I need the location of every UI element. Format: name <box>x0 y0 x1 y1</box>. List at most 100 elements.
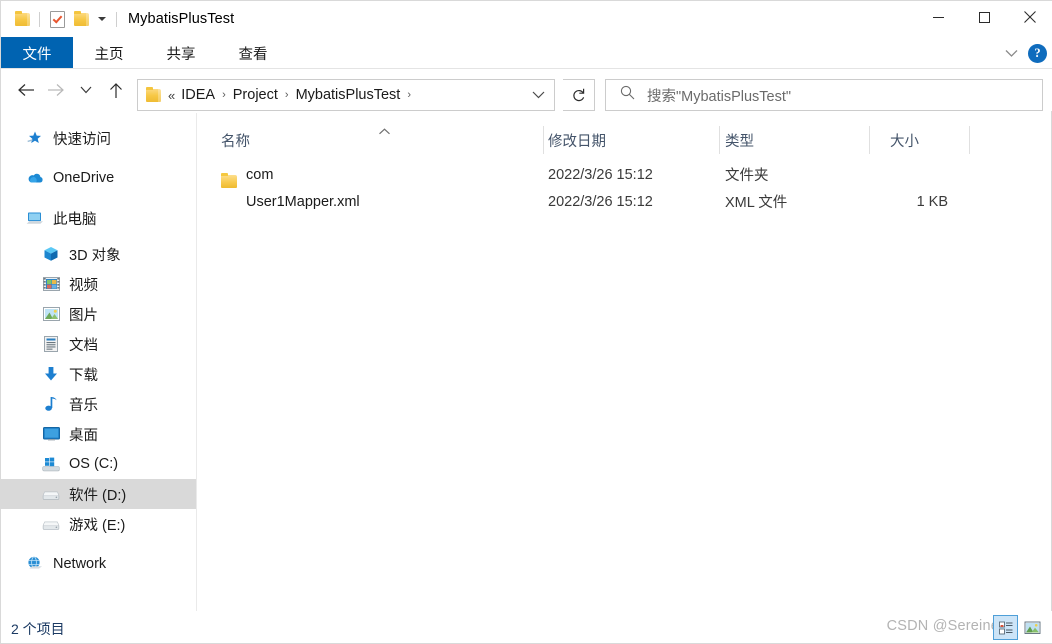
sidebar-item-drive-e[interactable]: 游戏 (E:) <box>1 509 196 539</box>
column-header-name[interactable]: 名称 <box>221 127 546 153</box>
up-button[interactable] <box>101 74 131 106</box>
file-size: 1 KB <box>916 193 948 210</box>
sidebar-item-desktop[interactable]: 桌面 <box>1 419 196 449</box>
new-folder-icon[interactable] <box>69 7 93 31</box>
sidebar-item-this-pc[interactable]: 此电脑 <box>1 203 196 233</box>
maximize-button[interactable] <box>961 1 1007 33</box>
tab-share[interactable]: 共享 <box>145 37 217 69</box>
address-bar[interactable]: « IDEA › Project › MybatisPlusTest › <box>137 79 555 111</box>
folder-icon[interactable] <box>10 7 34 31</box>
videos-icon <box>41 277 61 291</box>
file-name: User1Mapper.xml <box>246 193 360 210</box>
this-pc-icon <box>25 211 45 226</box>
sidebar-item-label: 视频 <box>69 277 98 294</box>
music-icon <box>41 396 61 412</box>
sidebar-item-documents[interactable]: 文档 <box>1 329 196 359</box>
sidebar-item-label: 此电脑 <box>53 211 97 228</box>
sidebar-item-label: 图片 <box>69 307 98 324</box>
sidebar-item-label: Network <box>53 556 107 572</box>
address-dropdown-icon[interactable] <box>532 86 545 104</box>
file-name: com <box>246 166 274 183</box>
back-button[interactable] <box>11 74 41 106</box>
file-type: XML 文件 <box>725 195 788 211</box>
forward-button[interactable] <box>41 74 71 106</box>
search-input[interactable]: 搜索"MybatisPlusTest" <box>647 85 791 106</box>
column-divider-4[interactable] <box>969 126 970 154</box>
windows-drive-icon <box>41 457 61 472</box>
sidebar-item-pictures[interactable]: 图片 <box>1 299 196 329</box>
breadcrumb-item-project[interactable]: Project <box>233 87 278 103</box>
sidebar-item-os-c[interactable]: OS (C:) <box>1 449 196 479</box>
documents-icon <box>41 336 61 352</box>
search-icon <box>620 85 635 105</box>
status-bar: 2 个项目 CSDN @Sereine <box>1 611 1052 643</box>
sidebar-item-label: 文档 <box>69 337 98 354</box>
title-bar: MybatisPlusTest <box>1 1 1052 37</box>
sidebar-item-network[interactable]: Network <box>1 549 196 579</box>
downloads-icon <box>41 366 61 382</box>
star-pin-icon <box>25 130 45 146</box>
3d-objects-icon <box>41 246 61 262</box>
breadcrumb-separator-1[interactable]: › <box>222 89 226 101</box>
cloud-icon <box>25 172 45 184</box>
file-list: com 2022/3/26 15:12 文件夹 User1Mapper.xml … <box>198 161 1052 216</box>
sidebar-item-label: 3D 对象 <box>69 247 121 264</box>
column-divider-1[interactable] <box>543 126 544 154</box>
folder-icon <box>221 173 237 188</box>
column-header-type[interactable]: 类型 <box>725 127 885 153</box>
sidebar-item-onedrive[interactable]: OneDrive <box>1 163 196 193</box>
tab-file[interactable]: 文件 <box>1 37 73 69</box>
properties-icon[interactable] <box>45 7 69 31</box>
sidebar-item-label: 快速访问 <box>53 131 111 148</box>
quick-access-toolbar: MybatisPlusTest <box>1 1 234 37</box>
view-mode-buttons <box>993 615 1045 640</box>
navigation-pane: 快速访问 OneDrive 此电脑 3D 对象 视频 图片 文档 下载 音乐 桌… <box>1 113 197 613</box>
sidebar-item-downloads[interactable]: 下载 <box>1 359 196 389</box>
column-divider-3[interactable] <box>869 126 870 154</box>
network-icon <box>25 556 45 572</box>
help-button[interactable]: ? <box>1028 43 1047 63</box>
sidebar-item-label: OneDrive <box>53 170 115 186</box>
breadcrumb-separator-2[interactable]: › <box>285 89 289 101</box>
refresh-button[interactable] <box>563 79 595 111</box>
column-header-size[interactable]: 大小 <box>890 127 970 153</box>
sidebar-item-label: OS (C:) <box>69 456 119 472</box>
ribbon-tab-bar: 文件 主页 共享 查看 ? <box>1 37 1052 69</box>
table-row[interactable]: com 2022/3/26 15:12 文件夹 <box>198 161 1052 188</box>
window-controls <box>915 1 1052 33</box>
recent-locations-icon[interactable] <box>71 74 101 106</box>
column-header-date[interactable]: 修改日期 <box>548 127 720 153</box>
sidebar-item-label: 下载 <box>69 367 98 384</box>
column-divider-2[interactable] <box>719 126 720 154</box>
sidebar-item-drive-d[interactable]: 软件 (D:) <box>1 479 196 509</box>
desktop-icon <box>41 427 61 441</box>
sidebar-item-label: 软件 (D:) <box>69 487 127 504</box>
file-type: 文件夹 <box>725 168 769 184</box>
sidebar-item-3d-objects[interactable]: 3D 对象 <box>1 239 196 269</box>
chevron-down-icon[interactable] <box>1000 42 1022 64</box>
ribbon-tabs: 文件 主页 共享 查看 <box>1 37 1052 69</box>
details-view-button[interactable] <box>993 615 1018 640</box>
minimize-button[interactable] <box>915 1 961 33</box>
sidebar-item-videos[interactable]: 视频 <box>1 269 196 299</box>
sidebar-item-quick-access[interactable]: 快速访问 <box>1 123 196 153</box>
table-row[interactable]: User1Mapper.xml 2022/3/26 15:12 XML 文件 1… <box>198 188 1052 216</box>
search-box[interactable]: 搜索"MybatisPlusTest" <box>605 79 1043 111</box>
breadcrumb-separator-3[interactable]: › <box>407 89 411 101</box>
tab-view[interactable]: 查看 <box>217 37 289 69</box>
sidebar-item-music[interactable]: 音乐 <box>1 389 196 419</box>
drive-icon <box>41 488 61 501</box>
breadcrumb-item-idea[interactable]: IDEA <box>181 87 215 103</box>
large-icons-view-button[interactable] <box>1020 615 1045 640</box>
close-button[interactable] <box>1007 1 1052 33</box>
breadcrumb-overflow[interactable]: « <box>168 88 175 103</box>
customize-caret-icon[interactable] <box>93 17 111 21</box>
file-date: 2022/3/26 15:12 <box>548 166 653 183</box>
breadcrumb-item-mybatisplustest[interactable]: MybatisPlusTest <box>296 87 401 103</box>
ribbon-right-controls: ? <box>1000 37 1047 69</box>
tab-home[interactable]: 主页 <box>73 37 145 69</box>
address-folder-icon <box>146 86 161 102</box>
window-title: MybatisPlusTest <box>128 11 235 27</box>
pictures-icon <box>41 307 61 321</box>
sidebar-item-label: 桌面 <box>69 427 98 444</box>
